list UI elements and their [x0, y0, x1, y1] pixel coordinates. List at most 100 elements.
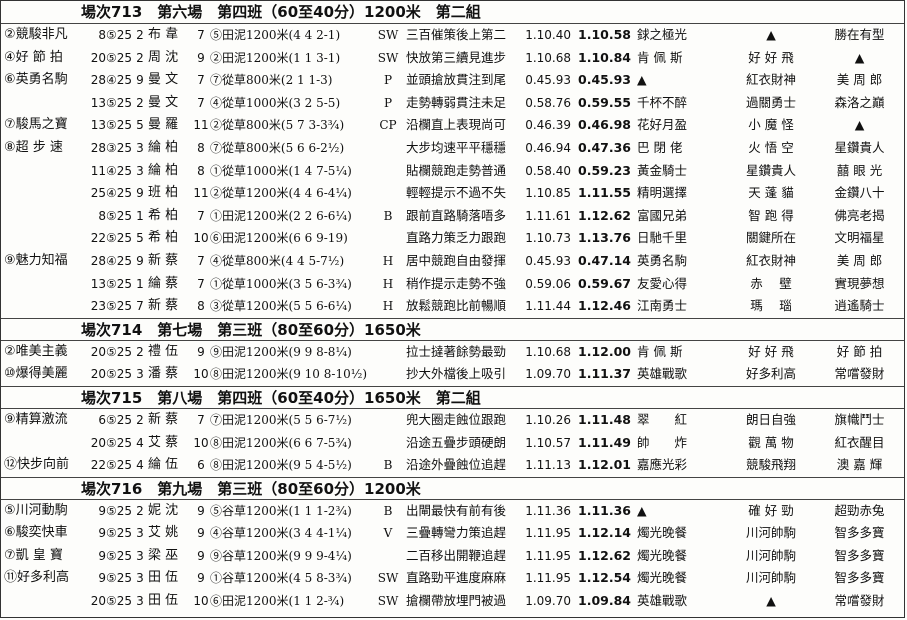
winner-time: 1.10.73: [525, 231, 571, 246]
placing-third: 智多多寶: [834, 570, 885, 586]
placing-third: 超勁赤兔: [834, 502, 885, 518]
own-time: 1.12.01: [578, 457, 631, 473]
own-time: 1.11.37: [578, 366, 631, 382]
gear-code: SW: [377, 571, 399, 586]
trial-date: 13⑤25: [90, 276, 132, 291]
gear-code: SW: [377, 50, 399, 65]
run-details: ①田泥1200米(2 2 6-6¼): [210, 208, 352, 223]
race-header: 場次713 第六場 第四班（60至40分）1200米 第二組: [1, 1, 904, 24]
run-details: ⑨谷草1200米(9 9 9-4¼): [210, 548, 352, 563]
weight-rating: 8: [197, 140, 205, 155]
placing-second: 觀 萬 物: [748, 434, 794, 450]
own-time: 1.10.84: [578, 49, 631, 65]
race-comment: 快放第三續見進步: [406, 49, 507, 65]
trial-date: 6⑤25: [98, 412, 132, 427]
race-comment: 沿途外疊蝕位追趕: [406, 457, 507, 473]
gear-code: H: [382, 299, 394, 314]
horse-name: ⑥駿奕快車: [4, 525, 68, 541]
trial-date: 20⑤25: [90, 367, 132, 382]
winner-time: 1.10.68: [525, 344, 571, 359]
gear-code: [370, 227, 406, 250]
race-comment: 放鬆競跑比前暢順: [406, 298, 507, 314]
placing-third: 美 周 郎: [836, 72, 883, 88]
horse-name: [1, 205, 84, 228]
own-time: 1.12.62: [578, 547, 631, 563]
own-time: 1.12.62: [578, 207, 631, 223]
placing-second: 小 魔 怪: [748, 117, 794, 133]
race-comment: 並頭搶放貫注到尾: [406, 72, 507, 88]
own-time: 0.59.55: [578, 94, 631, 110]
run-details: ④從草1000米(3 2 5-5): [210, 95, 341, 110]
placing-third: 紅衣醒目: [834, 434, 885, 450]
table-row: ②唯美主義 20⑤25 2 禮 伍 9 ⑨田泥1200米(9 9 8-8¼) 拉士撻著餘勢最…: [1, 341, 904, 364]
trial-date: 9⑤25: [98, 548, 132, 563]
weight-rating: 10: [193, 231, 209, 246]
draw-number: 3: [136, 140, 144, 155]
placing-second: 好 好 飛: [748, 49, 794, 65]
winner-time: 1.11.13: [525, 458, 571, 473]
winner-time: 1.11.44: [525, 299, 571, 314]
table-row: 13⑤25 1 綸 蔡 7 ①從草1000米(3 5 6-3¾) H 稍作提示走勢不強 0.5…: [1, 273, 904, 296]
race-comment: 跟前直路騎落唔多: [406, 207, 507, 223]
race-comment: 二百移出開鞭追趕: [406, 547, 507, 563]
own-time: 0.45.93: [578, 72, 631, 88]
jockey-name: 梁 巫: [148, 547, 179, 563]
jockey-name: 曼 文: [148, 94, 179, 110]
weight-rating: 10: [193, 435, 209, 450]
winner-time: 1.11.95: [525, 548, 571, 563]
weight-rating: 8: [197, 163, 205, 178]
horse-name: ⑩爆得美麗: [4, 366, 68, 382]
placing-first: 翠 紅: [637, 411, 688, 427]
race-comment: 兜大圈走蝕位跟跑: [406, 411, 507, 427]
run-details: ①谷草1200米(4 5 8-3¾): [210, 571, 352, 586]
jockey-name: 田 伍: [148, 593, 179, 609]
race-header: 場次715 第八場 第四班（60至40分）1650米 第二組: [1, 385, 904, 409]
gear-code: CP: [379, 118, 397, 133]
draw-number: 9: [136, 73, 144, 88]
table-row: 20⑤25 4 艾 蔡 10 ⑧田泥1200米(6 6 7-5¾) 沿途五疊步頭硬朗 1.1…: [1, 432, 904, 455]
own-time: 0.46.98: [578, 117, 631, 133]
jockey-name: 妮 沈: [148, 502, 179, 518]
run-details: ①從草1000米(3 5 6-3¾): [210, 276, 352, 291]
trial-date: 22⑤25: [90, 458, 132, 473]
placing-first: 英勇名駒: [637, 252, 688, 268]
race-comment: 居中競跑自由發揮: [406, 252, 507, 268]
weight-rating: 7: [197, 276, 205, 291]
race-comment: 沿欄直上表現尚可: [406, 117, 507, 133]
jockey-name: 新 蔡: [148, 252, 179, 268]
placing-first: ▲: [637, 72, 647, 88]
placing-first: 英雄戰歌: [637, 366, 688, 382]
placing-second: 星鑽貴人: [745, 162, 796, 178]
trial-date: 22⑤25: [90, 231, 132, 246]
placing-third: 佛亮老揭: [834, 207, 885, 223]
table-row: 25④25 9 班 柏 11 ②從草1200米(4 4 6-4¼) 輕輕提示不過不失 1.1…: [1, 182, 904, 205]
own-time: 1.13.76: [578, 230, 631, 246]
horse-name: [1, 227, 84, 250]
jockey-name: 班 柏: [148, 185, 179, 201]
placing-second: 好 好 飛: [748, 343, 794, 359]
draw-number: 9: [136, 253, 144, 268]
placing-first: 精明選擇: [637, 185, 688, 201]
horse-name: ⑪好多利高: [4, 570, 70, 586]
jockey-name: 潘 蔡: [148, 366, 179, 382]
gear-code: P: [383, 73, 393, 88]
horse-name: [1, 92, 84, 115]
run-details: ⑦田泥1200米(5 5 6-7½): [210, 412, 352, 427]
own-time: 1.11.36: [578, 502, 631, 518]
draw-number: 2: [136, 28, 144, 42]
run-details: ⑤谷草1200米(1 1 1-2¾): [210, 503, 352, 518]
placing-first: 帥 炸: [637, 434, 688, 450]
own-time: 0.59.67: [578, 275, 631, 291]
race-comment: 抄大外檔後上吸引: [406, 366, 507, 382]
weight-rating: 9: [197, 503, 205, 518]
placing-second: 朗日自強: [745, 411, 796, 427]
weight-rating: 7: [197, 253, 205, 268]
draw-number: 2: [136, 95, 144, 110]
race-comment: 直路勁平進度麻麻: [406, 570, 507, 586]
horse-name: [1, 590, 84, 613]
gear-code: [370, 137, 406, 160]
horse-name: [1, 160, 84, 183]
table-row: 20⑤25 3 田 伍 10 ⑥田泥1200米(1 1 2-¾) SW 搶欄帶放埋門被過 1.…: [1, 590, 904, 613]
gear-code: H: [382, 276, 394, 291]
placing-second: 火 悟 空: [748, 139, 794, 155]
